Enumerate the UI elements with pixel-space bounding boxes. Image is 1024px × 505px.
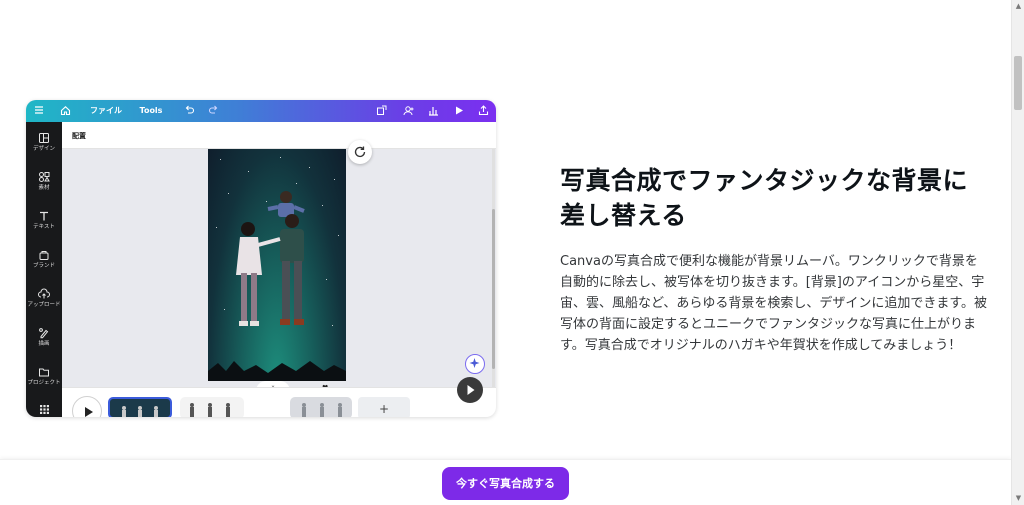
video-play-button[interactable] [457, 377, 483, 403]
side-item-upload[interactable]: アップロード [26, 284, 62, 320]
share-people-icon[interactable] [402, 100, 416, 122]
heading-line-2: 差し替える [560, 201, 687, 230]
starry-family-photo[interactable] [208, 149, 346, 381]
thumbnail-figures [190, 403, 230, 417]
rotate-icon [354, 146, 366, 158]
home-icon[interactable] [60, 100, 74, 122]
folder-icon [39, 368, 49, 377]
side-item-text[interactable]: テキスト [26, 206, 62, 242]
undo-icon[interactable] [184, 100, 198, 122]
add-page-button[interactable]: + [358, 397, 410, 417]
editor-preview: ファイル Tools デザイン 素材 テキスト ブランド アップロード 描画 プ… [26, 100, 496, 417]
draw-icon [39, 328, 49, 339]
upload-icon [38, 288, 50, 299]
page-thumbnail[interactable] [180, 397, 244, 417]
sticky-cta-bar: 今すぐ写真合成する [0, 459, 1011, 505]
file-menu[interactable]: ファイル [88, 100, 124, 122]
page-scroll-thumb[interactable] [1014, 56, 1022, 110]
side-item-draw[interactable]: 描画 [26, 323, 62, 359]
side-item-label: アップロード [27, 302, 61, 308]
page-thumbnail[interactable] [290, 397, 352, 417]
editor-side-panel: デザイン 素材 テキスト ブランド アップロード 描画 プロジェクト [26, 122, 62, 417]
page-thumbnail[interactable] [108, 397, 172, 417]
canvas-scroll-thumb[interactable] [492, 209, 495, 369]
scroll-up-arrow-icon[interactable]: ▲ [1012, 0, 1024, 13]
elements-icon [39, 172, 50, 182]
play-icon [467, 385, 475, 395]
chart-icon[interactable] [428, 100, 442, 122]
section-description: Canvaの写真合成で便利な機能が背景リムーバ。ワンクリックで背景を自動的に除去… [560, 254, 988, 353]
family-silhouettes [208, 191, 346, 381]
timeline-play-button[interactable] [72, 396, 102, 417]
side-item-label: テキスト [33, 224, 55, 230]
export-icon[interactable] [478, 100, 492, 122]
tools-menu[interactable]: Tools [138, 100, 164, 122]
canvas-vertical-scrollbar[interactable] [492, 149, 495, 387]
section-heading: 写真合成でファンタジックな背景に 差し替える [560, 163, 990, 233]
scroll-down-arrow-icon[interactable]: ▼ [1012, 492, 1024, 505]
layout-icon [39, 133, 49, 143]
text-icon [40, 211, 48, 221]
start-photo-compositing-button[interactable]: 今すぐ写真合成する [442, 467, 569, 500]
apps-grid-icon [39, 405, 49, 414]
side-item-projects[interactable]: プロジェクト [26, 362, 62, 398]
rotate-button[interactable] [348, 140, 372, 164]
sparkle-icon [469, 358, 480, 368]
side-item-elements[interactable]: 素材 [26, 167, 62, 203]
redo-icon[interactable] [208, 100, 222, 122]
thumbnail-figures [302, 403, 342, 417]
menu-icon[interactable] [34, 100, 48, 122]
page-timeline: + [62, 387, 496, 417]
brand-icon [39, 251, 49, 260]
side-item-label: プロジェクト [27, 380, 61, 386]
side-item-design[interactable]: デザイン [26, 128, 62, 164]
resize-icon[interactable] [376, 100, 390, 122]
editor-context-toolbar: 配置 [62, 122, 496, 149]
side-item-label: 素材 [38, 185, 50, 191]
present-play-icon[interactable] [454, 100, 468, 122]
position-button[interactable]: 配置 [72, 131, 86, 141]
page: ファイル Tools デザイン 素材 テキスト ブランド アップロード 描画 プ… [0, 0, 1024, 505]
thumbnail-figures [122, 406, 158, 417]
side-item-brand[interactable]: ブランド [26, 245, 62, 281]
side-item-label: デザイン [32, 146, 55, 152]
side-item-label: 描画 [38, 341, 50, 347]
side-item-label: ブランド [32, 263, 55, 269]
heading-line-1: 写真合成でファンタジックな背景に [560, 166, 969, 195]
side-item-apps[interactable] [26, 400, 62, 417]
editor-topbar: ファイル Tools [26, 100, 496, 122]
play-icon [85, 407, 93, 417]
magic-assist-button[interactable] [465, 354, 485, 374]
page-scrollbar[interactable]: ▲ ▼ [1011, 0, 1024, 505]
